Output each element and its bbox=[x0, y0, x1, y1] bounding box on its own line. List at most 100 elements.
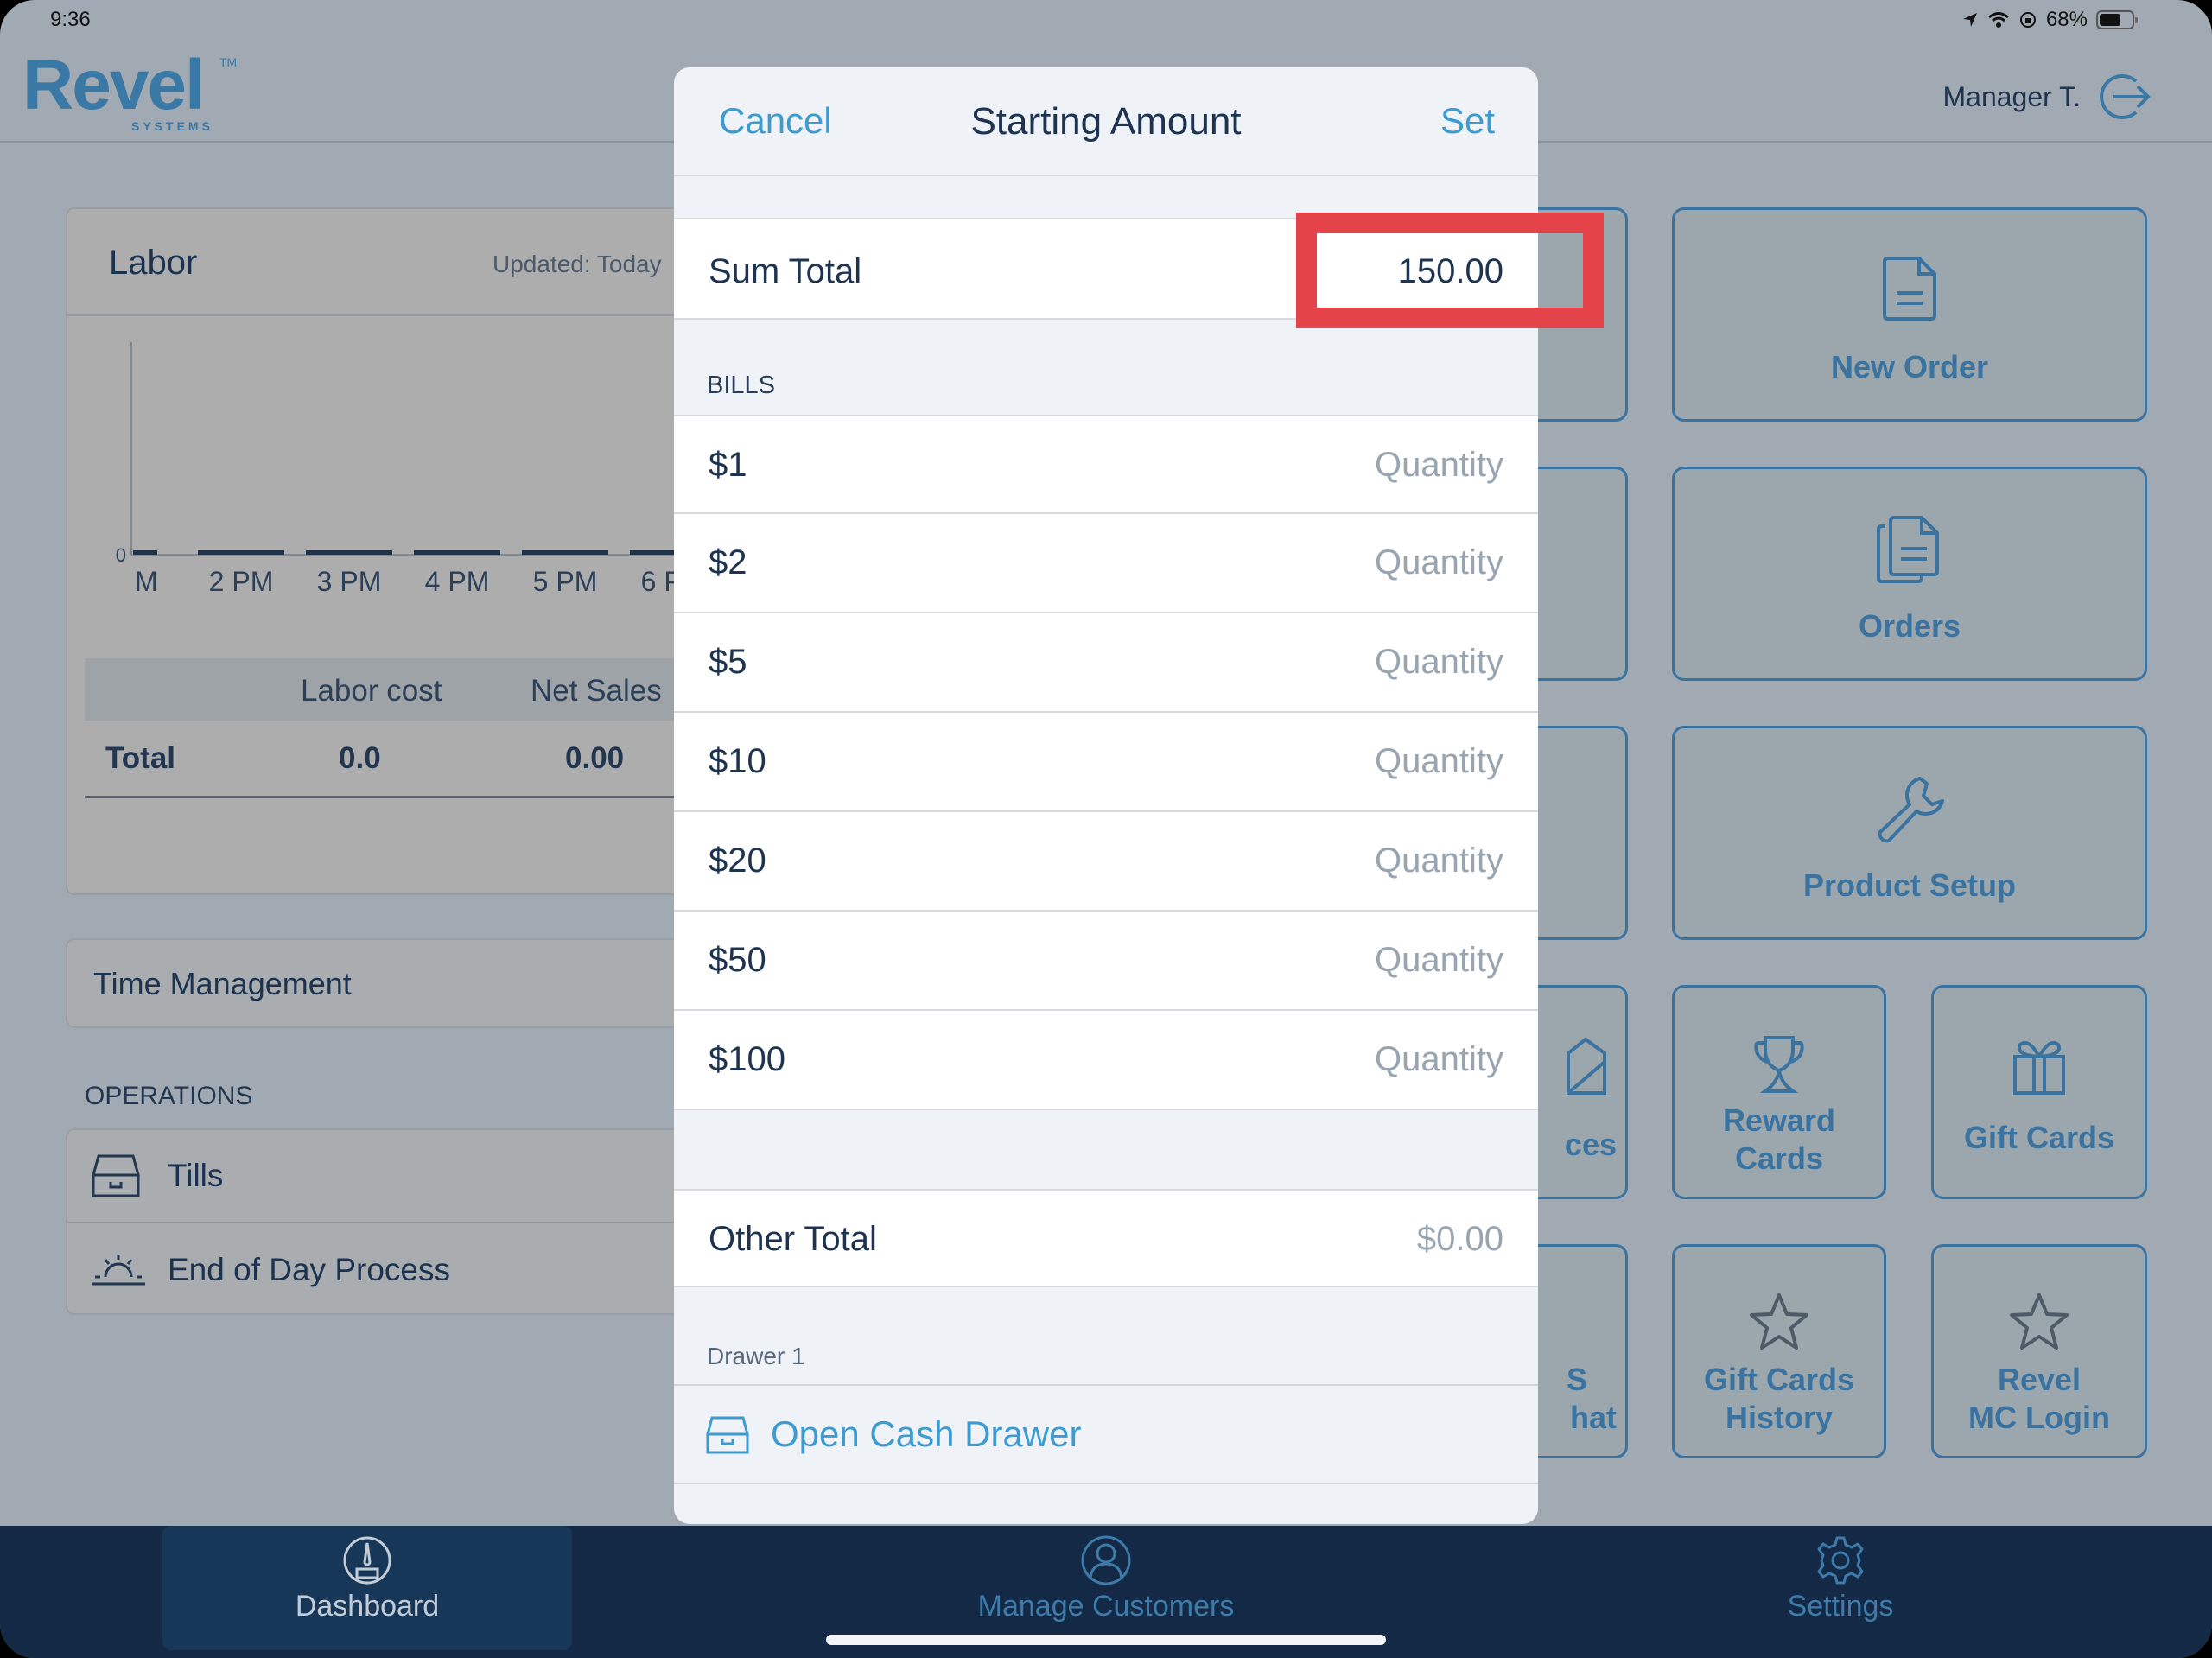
trophy-icon bbox=[1754, 1036, 1804, 1093]
tile-product-setup[interactable]: Product Setup bbox=[1672, 726, 2147, 940]
other-total-row[interactable]: Other Total $0.00 bbox=[674, 1189, 1538, 1287]
tab-settings[interactable]: Settings bbox=[1676, 1526, 2005, 1650]
bill-row-10[interactable]: $10 Quantity bbox=[674, 713, 1538, 812]
logo-wordmark: Revel bbox=[22, 46, 205, 124]
labor-table-header: Labor cost Net Sales bbox=[85, 658, 724, 721]
bill-quantity-input[interactable]: Quantity bbox=[1375, 543, 1503, 582]
total-labor-cost: 0.0 bbox=[339, 741, 381, 775]
table-row: Total 0.0 0.00 bbox=[85, 721, 724, 798]
tab-manage-customers[interactable]: Manage Customers bbox=[899, 1526, 1313, 1650]
bar-4-pm bbox=[414, 550, 500, 555]
tile-gift-cards-history[interactable]: Gift Cards History bbox=[1672, 1244, 1886, 1458]
tile-label: Orders bbox=[1858, 608, 1961, 644]
tile-label-line1: Gift Cards bbox=[1703, 1362, 1855, 1397]
tile-reward-cards[interactable]: Reward Cards bbox=[1672, 985, 1886, 1199]
bill-row-1[interactable]: $1 Quantity bbox=[674, 415, 1538, 514]
bill-denomination: $100 bbox=[709, 1040, 785, 1078]
wifi-icon bbox=[1988, 12, 2009, 28]
tile-new-order[interactable]: New Order bbox=[1672, 207, 2147, 422]
bill-quantity-input[interactable]: Quantity bbox=[1375, 446, 1503, 485]
labor-updated: Updated: Today bbox=[493, 251, 662, 277]
tile-label: ces bbox=[1564, 1127, 1617, 1162]
gift-icon bbox=[2013, 1040, 2065, 1095]
status-bar: 9:36 68% bbox=[0, 0, 2212, 41]
tile-label-line2: History bbox=[1725, 1400, 1834, 1435]
bill-denomination: $5 bbox=[709, 643, 747, 681]
operations-item-end-of-day[interactable]: End of Day Process bbox=[67, 1223, 724, 1317]
modal-title: Starting Amount bbox=[970, 100, 1242, 143]
sunset-icon bbox=[92, 1255, 145, 1286]
bill-row-100[interactable]: $100 Quantity bbox=[674, 1011, 1538, 1110]
time-management-label: Time Management bbox=[93, 966, 352, 1001]
operations-section-label: OPERATIONS bbox=[85, 1082, 253, 1110]
bill-quantity-input[interactable]: Quantity bbox=[1375, 842, 1503, 880]
row-label-total: Total bbox=[105, 741, 176, 775]
tile-label: Gift Cards bbox=[1963, 1120, 2115, 1155]
bill-denomination: $10 bbox=[709, 742, 766, 780]
x-tick-label: 2 PM bbox=[209, 566, 274, 597]
logout-icon[interactable] bbox=[2096, 69, 2152, 124]
operations-item-label: Tills bbox=[168, 1158, 224, 1193]
star-icon bbox=[2010, 1293, 2069, 1350]
other-total-value: $0.00 bbox=[1416, 1220, 1503, 1258]
bill-quantity-input[interactable]: Quantity bbox=[1375, 742, 1503, 781]
tile-label-line2: Cards bbox=[1734, 1140, 1824, 1176]
tile-label-line1: Revel bbox=[1997, 1362, 2082, 1397]
bill-quantity-input[interactable]: Quantity bbox=[1375, 941, 1503, 980]
gear-icon bbox=[1817, 1536, 1864, 1585]
labor-panel: Labor Updated: Today 0M2 PM 3 PM 4 PM 5 PM 6… bbox=[66, 207, 724, 895]
labor-title: Labor bbox=[109, 244, 198, 282]
column-header-labor-cost: Labor cost bbox=[301, 674, 442, 708]
star-icon bbox=[1750, 1293, 1808, 1350]
tile-revel-mc-login[interactable]: Revel MC Login bbox=[1931, 1244, 2147, 1458]
battery-icon bbox=[2096, 10, 2138, 29]
open-cash-drawer-button[interactable]: Open Cash Drawer bbox=[674, 1384, 1538, 1484]
bill-row-5[interactable]: $5 Quantity bbox=[674, 613, 1538, 713]
bill-quantity-input[interactable]: Quantity bbox=[1375, 643, 1503, 682]
operations-item-tills[interactable]: Tills bbox=[67, 1130, 724, 1223]
time-management-button[interactable]: Time Management bbox=[66, 938, 722, 1028]
x-tick-label: 4 PM bbox=[425, 566, 490, 597]
document-icon bbox=[1883, 257, 1936, 321]
open-cash-drawer-label: Open Cash Drawer bbox=[771, 1413, 1082, 1454]
bar-5-pm bbox=[522, 550, 608, 555]
tab-dashboard[interactable]: Dashboard bbox=[162, 1526, 572, 1650]
cash-drawer-icon bbox=[706, 1416, 749, 1454]
envelope-icon bbox=[1567, 1037, 1606, 1095]
x-tick-label: M bbox=[135, 566, 158, 597]
bill-row-2[interactable]: $2 Quantity bbox=[674, 514, 1538, 613]
labor-chart: 0M 2 PM 3 PM 4 PM 5 PM 6 PM bbox=[116, 342, 724, 597]
battery-percent: 68% bbox=[2045, 8, 2088, 31]
bill-row-50[interactable]: $50 Quantity bbox=[674, 912, 1538, 1011]
tile-gift-cards[interactable]: Gift Cards bbox=[1931, 985, 2147, 1199]
tile-label-line1: S bbox=[1566, 1362, 1587, 1397]
tab-label: Settings bbox=[1787, 1590, 1894, 1623]
tile-label: New Order bbox=[1830, 349, 1989, 384]
user-name: Manager T. bbox=[1942, 80, 2082, 112]
user-icon bbox=[1081, 1535, 1131, 1585]
bill-row-20[interactable]: $20 Quantity bbox=[674, 812, 1538, 912]
ipad-screen: 9:36 68% Revel TM SYSTEMS Manager T. Lab bbox=[0, 0, 2212, 1658]
tile-label-line2: MC Login bbox=[1968, 1400, 2110, 1435]
operations-list: Tills End of Day Process bbox=[66, 1128, 724, 1317]
y-tick-label: 0 bbox=[116, 544, 126, 566]
bill-quantity-input[interactable]: Quantity bbox=[1375, 1040, 1503, 1079]
column-header-net-sales: Net Sales bbox=[531, 674, 662, 708]
tile-orders[interactable]: Orders bbox=[1672, 467, 2147, 681]
modal-nav-bar: Cancel Starting Amount Set bbox=[674, 67, 1538, 176]
dashboard-icon bbox=[343, 1536, 391, 1585]
x-tick-label: 5 PM bbox=[533, 566, 598, 597]
labor-panel-header: Labor Updated: Today bbox=[67, 209, 721, 316]
tile-label-line2: hat bbox=[1570, 1400, 1617, 1435]
home-indicator[interactable] bbox=[826, 1635, 1386, 1645]
battery-fill bbox=[2100, 14, 2121, 26]
tile-label-line1: Reward bbox=[1722, 1102, 1836, 1138]
bill-denomination: $20 bbox=[709, 842, 766, 880]
tile-label: Product Setup bbox=[1802, 867, 2016, 903]
logo-subtitle: SYSTEMS bbox=[131, 119, 213, 133]
set-button[interactable]: Set bbox=[1440, 100, 1495, 142]
user-menu[interactable]: Manager T. bbox=[1943, 69, 2152, 124]
total-net-sales: 0.00 bbox=[565, 741, 625, 775]
revel-logo: Revel TM SYSTEMS bbox=[22, 46, 237, 134]
highlight-box bbox=[1296, 213, 1604, 328]
